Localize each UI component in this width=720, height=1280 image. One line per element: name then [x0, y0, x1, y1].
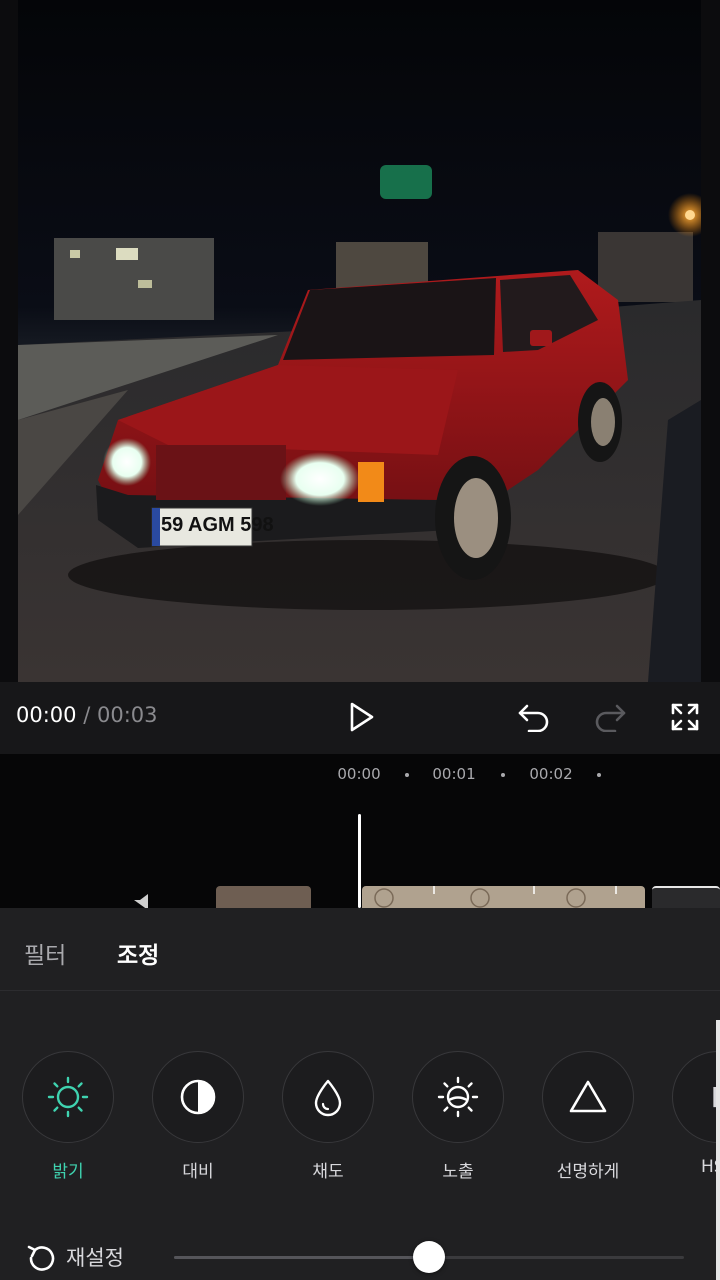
contrast-icon — [180, 1079, 216, 1115]
tool-saturation[interactable]: 채도 — [282, 1051, 374, 1182]
play-button[interactable] — [340, 696, 382, 738]
tool-brightness-circle — [22, 1051, 114, 1143]
playback-bar: 00:00 / 00:03 — [0, 682, 720, 754]
tool-hsl[interactable]: HS HS — [672, 1051, 720, 1177]
video-preview-frame[interactable]: 59 AGM 598 — [18, 0, 701, 682]
tool-sharpen-circle — [542, 1051, 634, 1143]
ruler-tick-0: 00:00 — [337, 765, 381, 783]
redo-icon — [595, 704, 626, 732]
time-separator: / — [83, 703, 91, 727]
tool-exposure-circle — [412, 1051, 504, 1143]
reset-icon — [27, 1245, 55, 1271]
cover-clip[interactable] — [216, 886, 311, 908]
ruler-dot — [501, 773, 505, 777]
exposure-icon — [437, 1076, 479, 1118]
video-clip[interactable] — [362, 886, 645, 908]
time-display: 00:00 / 00:03 — [16, 703, 158, 727]
droplet-icon — [314, 1079, 342, 1117]
timeline-ruler: 00:00 00:01 00:02 — [0, 765, 720, 785]
tool-exposure[interactable]: 노출 — [412, 1051, 504, 1182]
adjust-tools: 밝기 대비 채도 노출 선명하게 H — [0, 1051, 720, 1191]
tool-brightness-label: 밝기 — [52, 1162, 84, 1182]
video-preview-area: 59 AGM 598 — [0, 0, 720, 682]
tool-exposure-label: 노출 — [442, 1162, 474, 1182]
current-time: 00:00 — [16, 703, 77, 727]
tool-saturation-circle — [282, 1051, 374, 1143]
ruler-dot — [597, 773, 601, 777]
slider-fill — [174, 1256, 429, 1259]
clip-thumbnails — [374, 886, 617, 908]
audio-mute-icon[interactable] — [132, 894, 160, 908]
license-plate-text: 59 AGM 598 — [161, 514, 274, 536]
reset-button[interactable]: 재설정 — [26, 1241, 124, 1273]
reset-label: 재설정 — [66, 1246, 124, 1270]
play-icon — [350, 702, 374, 732]
tool-contrast-circle — [152, 1051, 244, 1143]
tab-filter[interactable]: 필터 — [24, 936, 66, 970]
tool-contrast[interactable]: 대비 — [152, 1051, 244, 1182]
playhead[interactable] — [358, 814, 361, 908]
tool-sharpen-label: 선명하게 — [556, 1162, 620, 1182]
ruler-dot — [405, 773, 409, 777]
tab-adjust[interactable]: 조정 — [117, 936, 159, 970]
tool-hsl-circle: HS — [672, 1051, 720, 1143]
duration: 00:03 — [96, 703, 158, 727]
redo-button[interactable] — [588, 696, 632, 738]
adjust-slider[interactable] — [174, 1241, 684, 1273]
undo-button[interactable] — [512, 696, 556, 738]
tool-brightness[interactable]: 밝기 — [22, 1051, 114, 1182]
slider-knob[interactable] — [413, 1241, 445, 1273]
tool-saturation-label: 채도 — [312, 1162, 344, 1182]
adjust-panel: 필터 조정 밝기 대비 채도 노출 선명하게 H 재설정 — [0, 908, 720, 1280]
undo-icon — [518, 704, 549, 732]
panel-tabs: 필터 조정 — [0, 908, 720, 991]
scroll-edge-indicator — [716, 1020, 720, 1280]
triangle-icon — [569, 1080, 607, 1113]
fullscreen-button[interactable] — [664, 696, 706, 738]
tool-contrast-label: 대비 — [182, 1162, 214, 1182]
add-clip-end[interactable] — [652, 886, 720, 908]
tool-sharpen[interactable]: 선명하게 — [542, 1051, 634, 1182]
ruler-tick-2: 00:02 — [529, 765, 573, 783]
ruler-tick-1: 00:01 — [432, 765, 476, 783]
car-night-photo — [18, 0, 701, 682]
timeline[interactable]: 00:00 00:01 00:02 — [0, 754, 720, 908]
sun-icon — [47, 1076, 89, 1118]
fullscreen-icon — [671, 703, 699, 731]
